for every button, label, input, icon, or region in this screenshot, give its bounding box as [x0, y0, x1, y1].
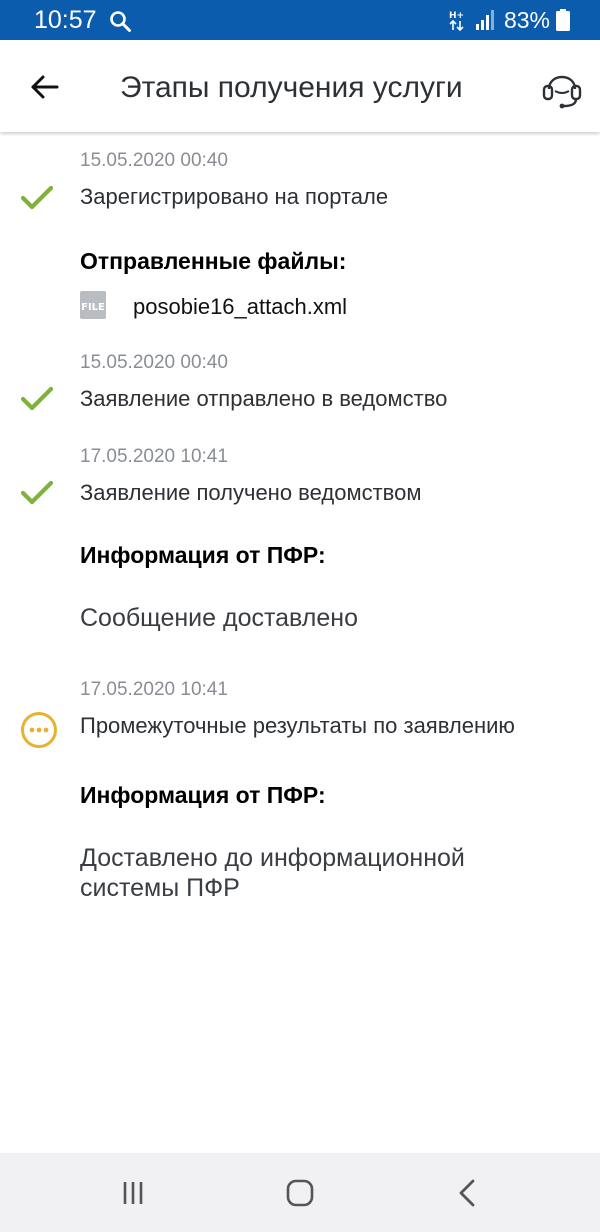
- support-button[interactable]: [538, 62, 586, 112]
- recent-apps-button[interactable]: [103, 1167, 163, 1219]
- file-link[interactable]: posobie16_attach.xml: [133, 293, 347, 321]
- page-title: Этапы получения услуги: [120, 71, 463, 104]
- nav-back-button[interactable]: [438, 1167, 498, 1219]
- recent-apps-icon: [123, 1182, 143, 1204]
- app-bar: Этапы получения услуги: [0, 40, 600, 132]
- signal-icon: [475, 10, 494, 30]
- step-date: 17.05.2020 10:41: [80, 679, 228, 700]
- info-message: Доставлено до информационной системы ПФР: [80, 844, 465, 902]
- check-icon: [20, 185, 54, 210]
- status-bar: 10:57 H+ 83%: [0, 0, 600, 40]
- check-icon: [20, 386, 54, 411]
- back-button[interactable]: [18, 62, 72, 112]
- step-date: 15.05.2020 00:40: [80, 352, 228, 373]
- step-text: Зарегистрировано на портале: [80, 184, 389, 209]
- battery-icon: [556, 9, 570, 31]
- step-date: 17.05.2020 10:41: [80, 446, 228, 467]
- system-nav-bar: [0, 1153, 600, 1232]
- file-icon: FILE: [80, 291, 106, 319]
- info-heading: Информация от ПФР:: [80, 542, 326, 568]
- status-icons: H+ 83%: [448, 6, 570, 34]
- headset-icon: [542, 75, 582, 109]
- battery-level: 83%: [503, 7, 550, 33]
- home-icon: [286, 1179, 314, 1207]
- check-icon: [20, 480, 54, 505]
- info-message: Сообщение доставлено: [80, 604, 358, 632]
- files-heading: Отправленные файлы:: [80, 248, 347, 274]
- info-heading: Информация от ПФР:: [80, 782, 326, 808]
- in-progress-icon: [21, 712, 57, 748]
- file-badge-text: FILE: [81, 302, 105, 313]
- step-text: Заявление отправлено в ведомство: [80, 386, 448, 411]
- network-icon: H+: [449, 11, 464, 31]
- svg-text:H+: H+: [449, 11, 464, 21]
- status-time: 10:57: [34, 6, 97, 34]
- step-text: Заявление получено ведомством: [80, 480, 422, 505]
- arrow-left-icon: [31, 75, 59, 99]
- step-text: Промежуточные результаты по заявлению: [80, 713, 515, 738]
- search-icon: [110, 11, 131, 32]
- step-date: 15.05.2020 00:40: [80, 150, 228, 171]
- back-icon: [459, 1179, 475, 1207]
- home-button[interactable]: [270, 1167, 330, 1219]
